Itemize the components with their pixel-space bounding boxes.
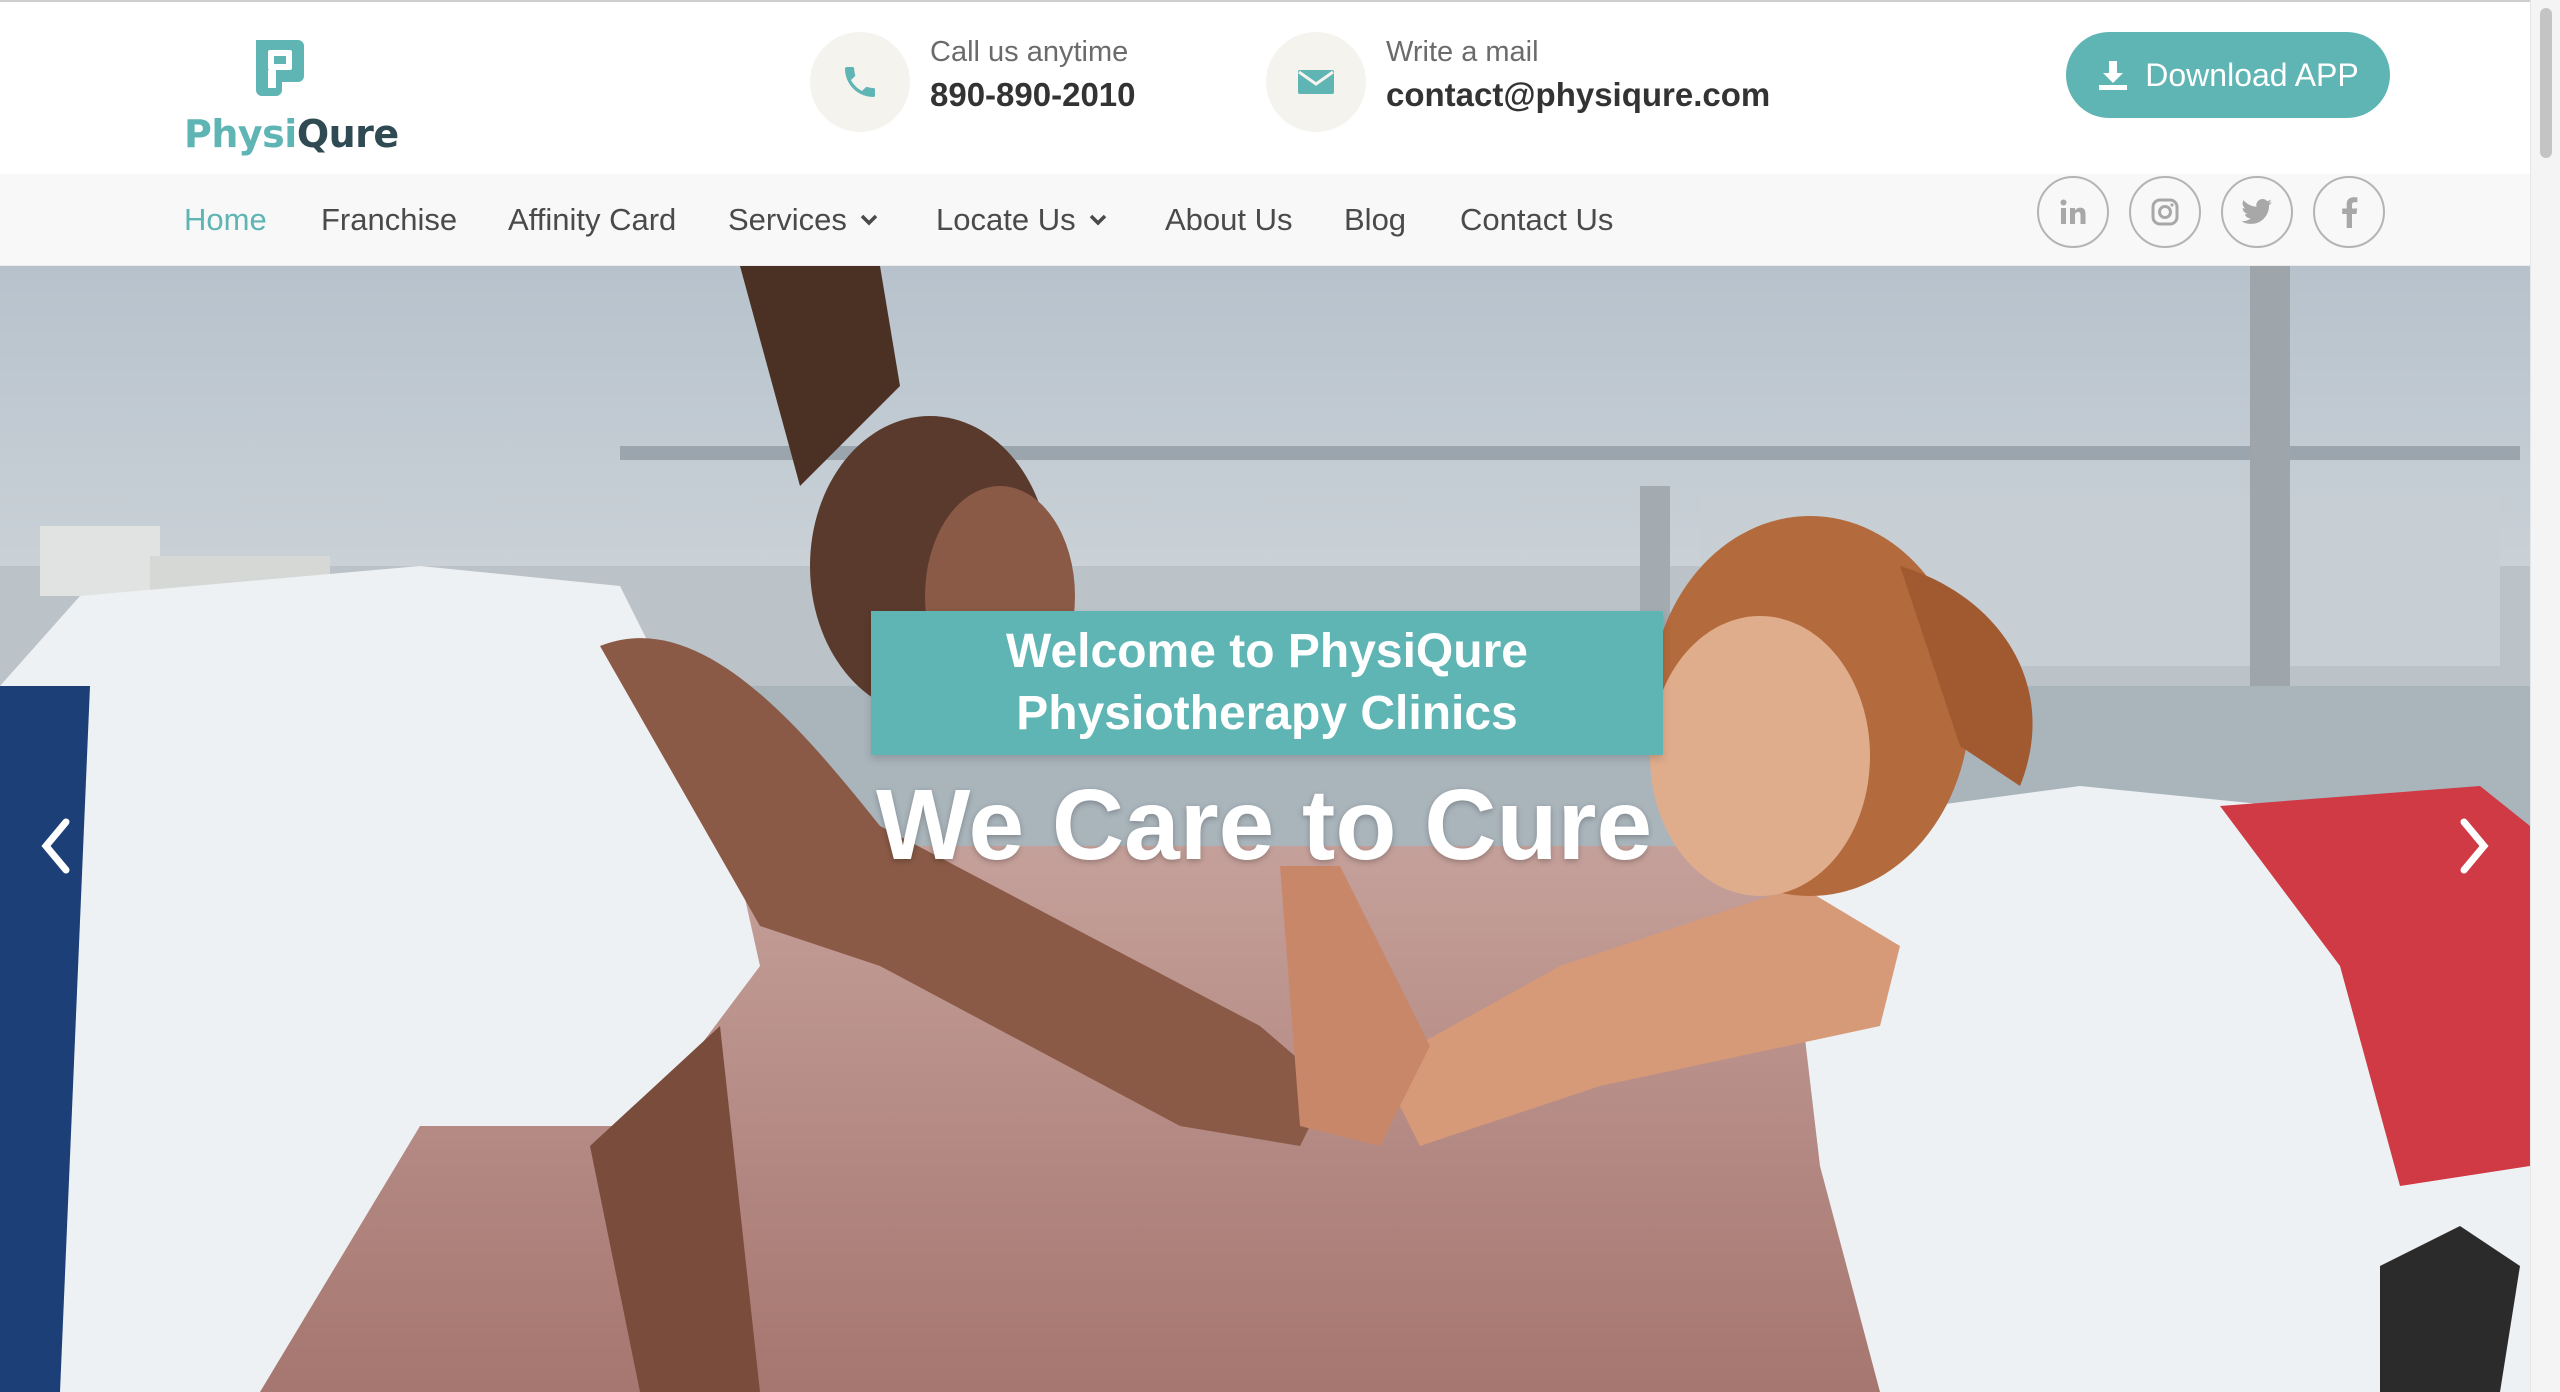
download-app-label: Download APP <box>2145 56 2359 93</box>
welcome-text: Welcome to PhysiQure Physiotherapy Clini… <box>1006 625 1528 740</box>
phone-label: Call us anytime <box>930 36 1129 68</box>
nav-item-blog[interactable]: Blog <box>1344 174 1406 266</box>
page-scrollbar[interactable] <box>2530 0 2560 1392</box>
site-header: PhysiQure Call us anytime 890-890-2010 W… <box>0 2 2530 174</box>
facebook-icon[interactable] <box>2313 176 2385 248</box>
nav-item-label: Contact Us <box>1460 202 1614 237</box>
brand-name-part1: Physi <box>184 112 297 156</box>
nav-item-label: Home <box>184 202 267 237</box>
mail-label: Write a mail <box>1386 36 1539 68</box>
nav-item-label: Affinity Card <box>508 202 677 237</box>
nav-item-home[interactable]: Home <box>184 174 267 266</box>
nav-item-about-us[interactable]: About Us <box>1165 174 1293 266</box>
twitter-icon[interactable] <box>2221 176 2293 248</box>
nav-item-label: Services <box>728 202 847 237</box>
chevron-down-icon <box>1089 214 1106 226</box>
nav-item-services[interactable]: Services <box>728 174 879 266</box>
nav-item-locate-us[interactable]: Locate Us <box>936 174 1108 266</box>
download-app-button[interactable]: Download APP <box>2066 32 2390 118</box>
nav-item-label: Franchise <box>321 202 458 237</box>
brand-name: PhysiQure <box>184 112 399 156</box>
mail-address[interactable]: contact@physiqure.com <box>1386 76 1770 114</box>
phone-icon <box>810 32 910 132</box>
page: PhysiQure Call us anytime 890-890-2010 W… <box>0 0 2530 1392</box>
hero-tagline: We Care to Cure <box>0 768 2530 883</box>
nav-item-label: Blog <box>1344 202 1407 237</box>
linkedin-icon[interactable] <box>2037 176 2109 248</box>
chevron-down-icon <box>860 214 878 226</box>
brand-name-part2: Qure <box>296 112 399 156</box>
envelope-icon <box>1266 32 1366 132</box>
nav-item-affinity-card[interactable]: Affinity Card <box>508 174 676 266</box>
welcome-banner: Welcome to PhysiQure Physiotherapy Clini… <box>871 611 1663 755</box>
nav-item-label: About Us <box>1165 202 1293 237</box>
nav-item-contact-us[interactable]: Contact Us <box>1460 174 1613 266</box>
instagram-icon[interactable] <box>2129 176 2201 248</box>
download-icon <box>2099 61 2128 90</box>
hero-slider: Welcome to PhysiQure Physiotherapy Clini… <box>0 266 2530 1392</box>
phone-number[interactable]: 890-890-2010 <box>930 76 1136 114</box>
scrollbar-thumb[interactable] <box>2540 8 2552 158</box>
hero-tagline-text: We Care to Cure <box>875 769 1653 881</box>
brand-logo[interactable]: PhysiQure <box>184 32 399 162</box>
nav-item-label: Locate Us <box>936 202 1076 237</box>
logo-mark-icon <box>256 40 304 96</box>
nav-item-franchise[interactable]: Franchise <box>321 174 457 266</box>
